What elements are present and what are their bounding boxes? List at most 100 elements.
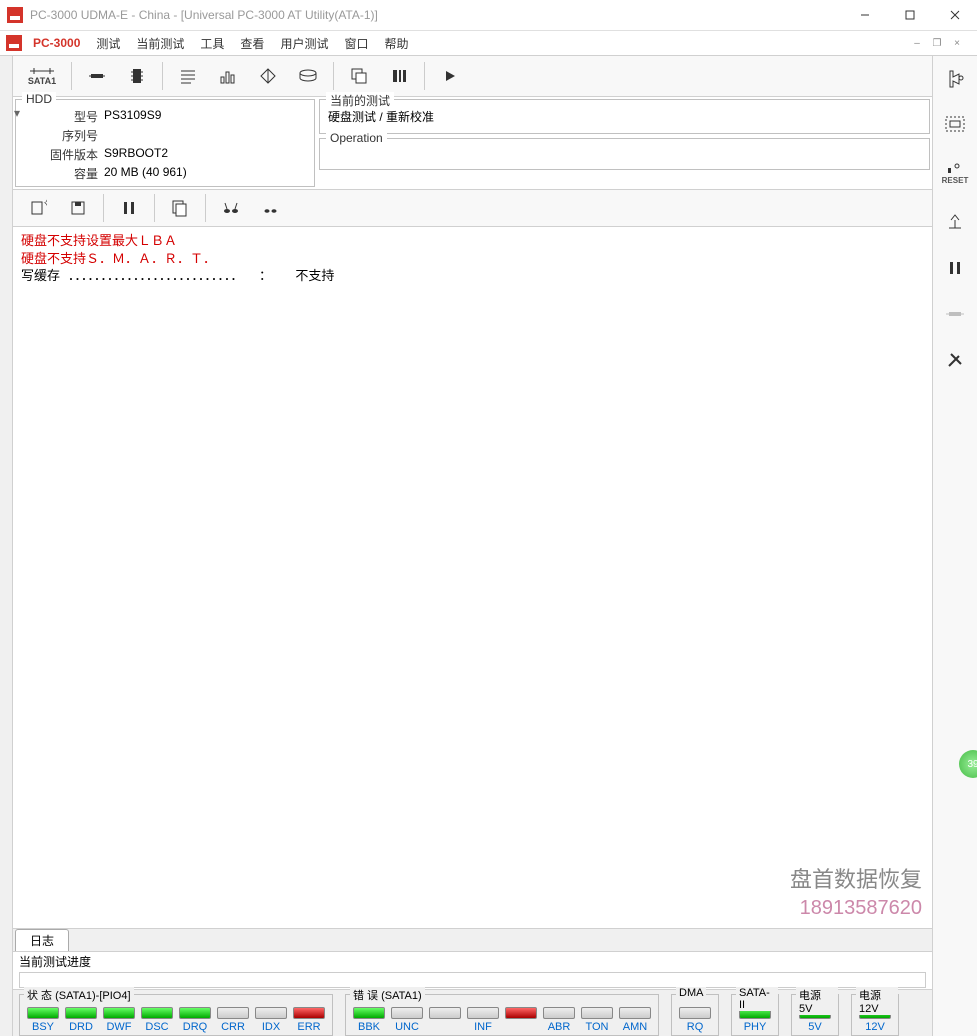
- close-button[interactable]: [932, 0, 977, 30]
- chart-icon[interactable]: [209, 59, 247, 93]
- model-label: 型号: [24, 108, 98, 125]
- led-label: DSC: [145, 1021, 168, 1033]
- led-DSC: DSC: [140, 1007, 174, 1033]
- led-IDX: IDX: [254, 1007, 288, 1033]
- main-toolbar: SATA1: [13, 56, 932, 97]
- log-toolbar: ✧: [13, 190, 932, 227]
- reset-button[interactable]: RESET: [939, 156, 971, 190]
- led-label: ERR: [297, 1021, 320, 1033]
- led-INF: INF: [466, 1007, 500, 1033]
- panel-p12v: 电源 12V12V: [851, 994, 899, 1036]
- dropdown-icon[interactable]: ▾: [14, 106, 20, 120]
- connector-icon[interactable]: [78, 59, 116, 93]
- panel-p12v-legend: 电源 12V: [856, 987, 898, 1015]
- current-test-legend: 当前的测试: [326, 92, 394, 109]
- log-line-writecache: 写缓存 ．．．．．．．．．．．．．．．．．．．．．．．．．． ： 不支持: [21, 268, 924, 286]
- led-label: IDX: [262, 1021, 280, 1033]
- pause-side-button[interactable]: [939, 254, 971, 282]
- copy-icon[interactable]: [340, 59, 378, 93]
- led-indicator: [217, 1007, 249, 1019]
- minimize-button[interactable]: [842, 0, 887, 30]
- save-log-button[interactable]: [59, 191, 97, 225]
- led-indicator: [27, 1007, 59, 1019]
- menu-test[interactable]: 测试: [88, 35, 128, 52]
- led-indicator: [467, 1007, 499, 1019]
- panel-error: 错 误 (SATA1)BBKUNCINFABRTONAMN: [345, 994, 659, 1036]
- copy-log-button[interactable]: [161, 191, 199, 225]
- panel-sata2-legend: SATA-II: [736, 987, 778, 1011]
- led-label: DRQ: [183, 1021, 207, 1033]
- led-label: BSY: [32, 1021, 54, 1033]
- board-icon[interactable]: [939, 110, 971, 138]
- led-AMN: AMN: [618, 1007, 652, 1033]
- menu-user-test[interactable]: 用户测试: [272, 35, 336, 52]
- led-indicator: [353, 1007, 385, 1019]
- led-blank: [504, 1007, 538, 1033]
- power-icon[interactable]: [939, 64, 971, 92]
- right-sidebar: RESET: [932, 56, 977, 1036]
- panel-status: 状 态 (SATA1)-[PIO4]BSYDRDDWFDSCDRQCRRIDXE…: [19, 994, 333, 1036]
- pause-button[interactable]: [110, 191, 148, 225]
- log-tabs: 日志: [13, 928, 932, 951]
- led-indicator: [679, 1007, 711, 1019]
- new-log-button[interactable]: ✧: [19, 191, 57, 225]
- led-label: TON: [585, 1021, 608, 1033]
- led-indicator: [619, 1007, 651, 1019]
- serial-label: 序列号: [24, 127, 98, 144]
- toolbar-separator: [162, 62, 163, 90]
- tab-log[interactable]: 日志: [15, 929, 69, 951]
- log-area: 硬盘不支持设置最大ＬＢＡ 硬盘不支持Ｓ．Ｍ．Ａ．Ｒ．Ｔ． 写缓存 ．．．．．．．…: [13, 227, 932, 928]
- find-button[interactable]: [212, 191, 250, 225]
- status-panels: 状 态 (SATA1)-[PIO4]BSYDRDDWFDSCDRQCRRIDXE…: [13, 989, 932, 1036]
- sata-port-button[interactable]: SATA1: [19, 59, 65, 93]
- panel-status-legend: 状 态 (SATA1)-[PIO4]: [24, 987, 134, 1003]
- log-line-lba: 硬盘不支持设置最大ＬＢＡ: [21, 233, 924, 251]
- mdi-close-button[interactable]: ×: [949, 36, 965, 50]
- mdi-restore-button[interactable]: ❐: [929, 36, 945, 50]
- play-button[interactable]: [431, 59, 469, 93]
- tools-icon[interactable]: [939, 346, 971, 374]
- sata-label: SATA1: [28, 76, 56, 86]
- disk-icon[interactable]: [289, 59, 327, 93]
- led-BBK: BBK: [352, 1007, 386, 1033]
- watermark-title: 盘首数据恢复: [790, 865, 922, 895]
- chip-icon[interactable]: [118, 59, 156, 93]
- menu-view[interactable]: 查看: [232, 35, 272, 52]
- window-controls: [842, 0, 977, 30]
- current-test-fieldset: 当前的测试 硬盘测试 / 重新校准: [319, 99, 930, 134]
- led-label: INF: [474, 1021, 492, 1033]
- menubar: PC-3000 测试 当前测试 工具 查看 用户测试 窗口 帮助 – ❐ ×: [0, 31, 977, 56]
- connector-side-icon[interactable]: [939, 300, 971, 328]
- mdi-controls: – ❐ ×: [909, 36, 973, 50]
- menu-tools[interactable]: 工具: [192, 35, 232, 52]
- app-logo-icon: [7, 7, 23, 23]
- mdi-minimize-button[interactable]: –: [909, 36, 925, 50]
- info-row: HDD ▾ 型号 PS3109S9 序列号 固件版本 S9RBOOT2 容量 2…: [13, 97, 932, 190]
- current-test-value: 硬盘测试 / 重新校准: [328, 108, 921, 125]
- operation-legend: Operation: [326, 131, 387, 145]
- led-indicator: [505, 1007, 537, 1019]
- maximize-button[interactable]: [887, 0, 932, 30]
- led-indicator: [103, 1007, 135, 1019]
- led-ABR: ABR: [542, 1007, 576, 1033]
- svg-text:✧: ✧: [43, 199, 47, 208]
- menu-current-test[interactable]: 当前测试: [128, 35, 192, 52]
- toolbar-separator: [205, 194, 206, 222]
- led-UNC: UNC: [390, 1007, 424, 1033]
- clamp-icon[interactable]: [939, 208, 971, 236]
- led-label: DWF: [106, 1021, 131, 1033]
- menu-help[interactable]: 帮助: [376, 35, 416, 52]
- led-TON: TON: [580, 1007, 614, 1033]
- find-next-button[interactable]: [252, 191, 290, 225]
- led-blank: [428, 1007, 462, 1033]
- panel-dma: DMARQ: [671, 994, 719, 1036]
- led-BSY: BSY: [26, 1007, 60, 1033]
- led-label: ABR: [548, 1021, 571, 1033]
- menu-window[interactable]: 窗口: [336, 35, 376, 52]
- surface-icon[interactable]: [249, 59, 287, 93]
- led-label: AMN: [623, 1021, 647, 1033]
- panel-p5v-legend: 电源 5V: [796, 987, 838, 1015]
- list-icon[interactable]: [169, 59, 207, 93]
- sectors-icon[interactable]: [380, 59, 418, 93]
- led-ERR: ERR: [292, 1007, 326, 1033]
